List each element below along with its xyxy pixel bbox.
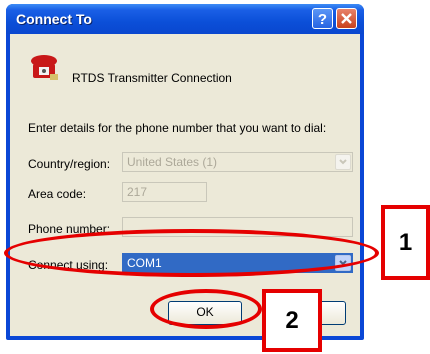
connect-using-highlight-ellipse [4, 229, 379, 277]
callout-2: 2 [262, 289, 322, 352]
connection-name: RTDS Transmitter Connection [72, 71, 232, 85]
window-title: Connect To [16, 11, 92, 27]
country-value: United States (1) [127, 155, 218, 169]
area-code-label: Area code: [28, 187, 87, 201]
close-icon [341, 13, 352, 24]
title-bar: Connect To ? [6, 4, 364, 34]
svg-text:?: ? [318, 11, 327, 28]
area-code-input[interactable]: 217 [122, 182, 207, 202]
chevron-down-icon [339, 159, 347, 165]
country-select[interactable]: United States (1) [122, 152, 353, 172]
country-label: Country/region: [28, 157, 111, 171]
telephone-icon [31, 55, 58, 80]
ok-button-highlight-ellipse [150, 289, 262, 329]
close-button[interactable] [336, 8, 357, 29]
help-icon: ? [318, 11, 327, 28]
help-button[interactable]: ? [312, 8, 333, 29]
area-code-value: 217 [127, 185, 148, 199]
callout-1: 1 [381, 205, 430, 280]
instructions-text: Enter details for the phone number that … [28, 121, 327, 135]
country-dropdown-button[interactable] [335, 154, 351, 170]
